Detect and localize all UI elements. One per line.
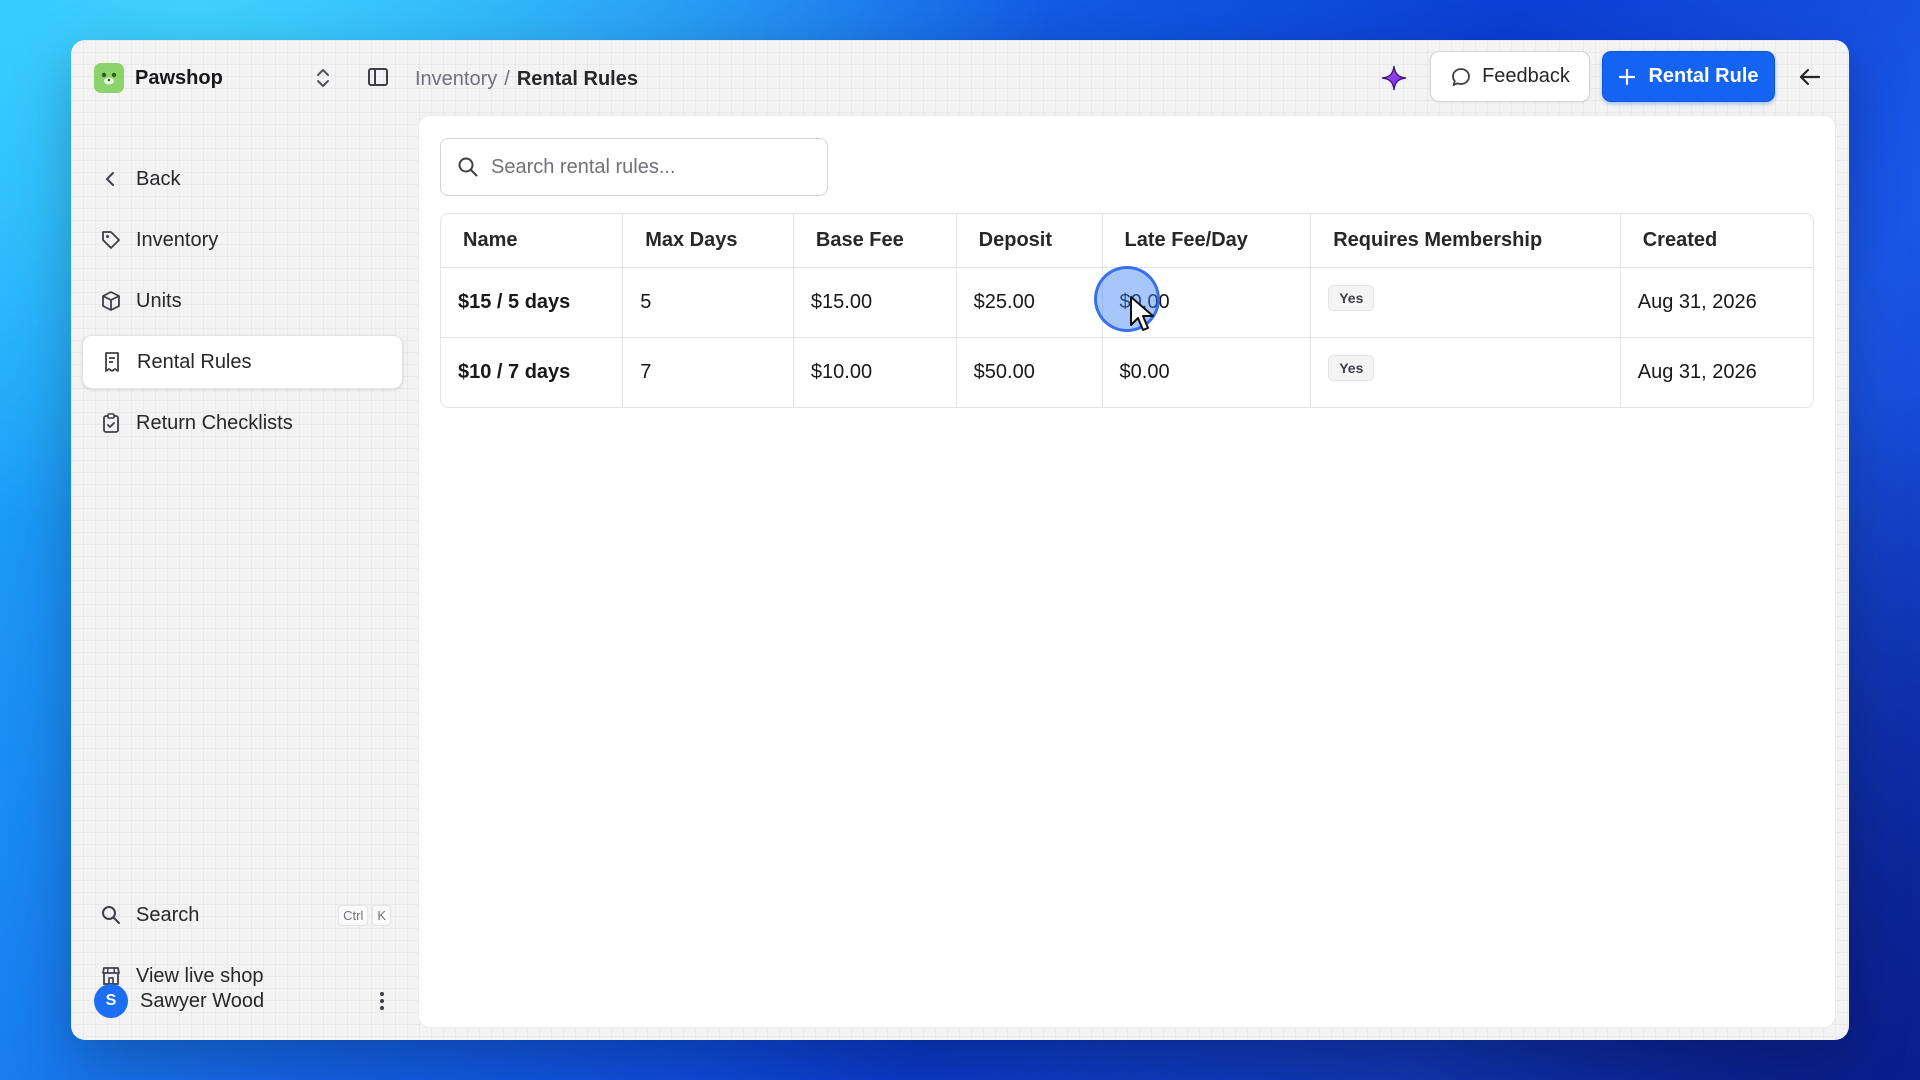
sidebar-item-search[interactable]: Search Ctrl K [82,888,403,942]
search-icon [100,904,122,926]
status-badge: Yes [1328,285,1375,311]
feedback-button[interactable]: Feedback [1430,51,1590,102]
cell-name: $10 / 7 days [441,337,624,407]
cell-max-days: 7 [622,337,794,407]
workspace-switch-icon[interactable] [311,65,335,91]
keyboard-shortcut: Ctrl K [338,904,391,926]
column-header-max-days[interactable]: Max Days [622,214,794,268]
sidebar-item-label: Inventory [136,228,219,251]
cell-deposit: $50.00 [956,337,1103,407]
sidebar-item-label: Rental Rules [137,350,252,373]
brand-logo-icon [94,63,124,93]
sidebar-item-label: Units [136,289,182,312]
clipboard-check-icon [100,412,122,434]
feedback-label: Feedback [1482,65,1570,87]
cell-max-days: 5 [622,267,794,338]
cell-base-fee: $15.00 [793,267,957,338]
status-badge: Yes [1328,355,1375,382]
table-row[interactable]: $10 / 7 days 7 $10.00 $50.00 $0.00 Yes A… [441,337,1813,407]
arrow-left-icon[interactable] [1795,62,1825,92]
table-header-row: Name Max Days Base Fee Deposit Late Fee/… [441,214,1813,268]
kbd-k: K [372,904,391,926]
sidebar-item-label: Search [136,903,200,926]
main-panel: Name Max Days Base Fee Deposit Late Fee/… [418,115,1836,1028]
ai-sparkle-icon[interactable] [1378,62,1410,94]
cell-deposit: $25.00 [956,267,1103,338]
add-rental-rule-button[interactable]: Rental Rule [1602,51,1775,102]
add-rental-rule-label: Rental Rule [1648,65,1759,87]
cell-late-fee: $0.00 [1102,337,1312,407]
column-header-requires-membership[interactable]: Requires Membership [1310,214,1621,268]
cell-created: Aug 31, 2026 [1637,360,1757,383]
brand[interactable]: Pawshop [94,62,223,94]
cell-membership: Yes [1310,337,1621,407]
receipt-icon [101,351,123,373]
sidebar: Pawshop Back Inventory Units Rental Rule… [71,40,411,1040]
sidebar-item-rental-rules[interactable]: Rental Rules [82,335,403,389]
column-header-created[interactable]: Created [1620,214,1813,268]
breadcrumb-parent[interactable]: Inventory [415,68,497,91]
breadcrumb: Inventory / Rental Rules [415,64,638,94]
mouse-pointer-icon [1128,295,1158,335]
more-vertical-icon[interactable] [372,987,392,1015]
search-icon [457,156,479,178]
cell-base-fee: $10.00 [793,337,957,407]
sidebar-item-units[interactable]: Units [82,274,403,328]
search-input[interactable] [491,155,811,179]
plus-icon [1618,68,1636,86]
kbd-ctrl: Ctrl [338,904,369,926]
column-header-late-fee[interactable]: Late Fee/Day [1102,214,1312,268]
sidebar-item-label: Return Checklists [136,411,293,434]
column-header-name[interactable]: Name [441,214,624,268]
avatar: S [94,984,128,1018]
brand-name: Pawshop [135,66,223,89]
sidebar-toggle-icon[interactable] [364,63,392,91]
column-header-base-fee[interactable]: Base Fee [793,214,957,268]
search-box[interactable] [440,138,828,196]
sidebar-item-label: Back [136,167,181,190]
message-circle-icon [1450,66,1472,88]
cell-name: $15 / 5 days [441,267,624,338]
breadcrumb-separator: / [504,67,510,90]
sidebar-item-back[interactable]: Back [82,152,403,206]
user-name: Sawyer Wood [140,989,265,1012]
column-header-deposit[interactable]: Deposit [956,214,1103,268]
sidebar-item-inventory[interactable]: Inventory [82,213,403,267]
sidebar-nav: Back Inventory Units Rental Rules Return… [82,152,403,457]
app-window: Pawshop Back Inventory Units Rental Rule… [71,40,1849,1040]
cell-created: Aug 31, 2026 [1620,267,1813,338]
tag-icon [100,229,122,251]
user-profile[interactable]: S Sawyer Wood [94,983,394,1019]
page-title: Rental Rules [516,67,638,90]
sidebar-item-return-checklists[interactable]: Return Checklists [82,396,403,450]
chevron-left-icon [100,168,122,190]
cell-membership: Yes [1310,267,1621,338]
package-icon [100,290,122,312]
